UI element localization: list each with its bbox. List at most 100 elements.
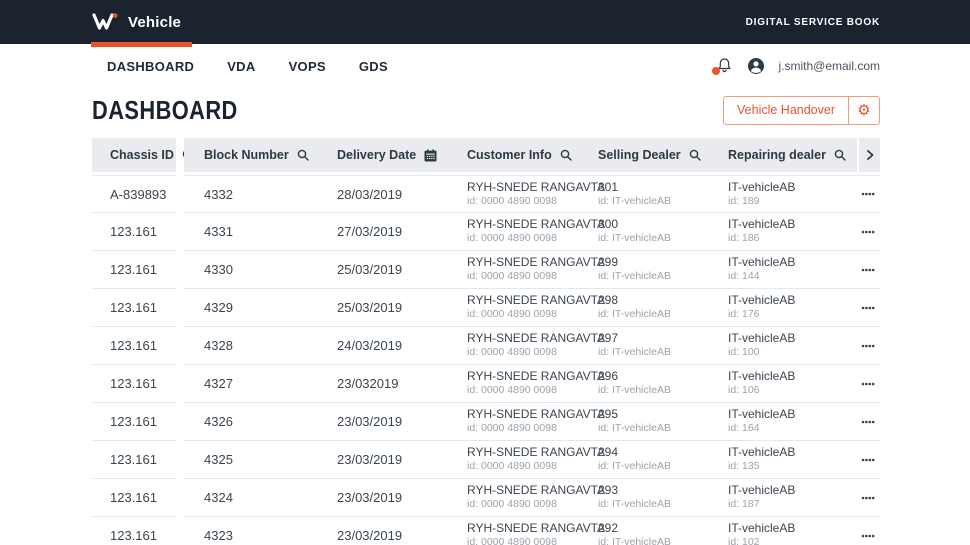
customer-id: id: 0000 4890 0098 — [467, 498, 578, 511]
repairing-dealer-id: id: 144 — [728, 270, 857, 283]
pinned-column-gutter — [176, 327, 184, 365]
ellipsis-icon — [861, 534, 876, 538]
cell-delivery-date: 23/032019 — [317, 365, 447, 402]
ellipsis-icon — [861, 306, 876, 310]
row-actions-menu[interactable] — [857, 213, 880, 250]
column-header-block-number: Block Number — [184, 138, 317, 172]
selling-dealer: 300 — [598, 217, 708, 232]
repairing-dealer: IT-vehicleAB — [728, 331, 857, 346]
ellipsis-icon — [861, 382, 876, 386]
ellipsis-icon — [861, 496, 876, 500]
cell-delivery-date: 23/03/2019 — [317, 479, 447, 516]
customer-id: id: 0000 4890 0098 — [467, 384, 578, 397]
row-main: 4332 28/03/2019 RYH-SNEDE RANGAVTA id: 0… — [184, 175, 880, 213]
customer-id: id: 0000 4890 0098 — [467, 232, 578, 245]
repairing-dealer-id: id: 102 — [728, 536, 857, 545]
row-main: 4324 23/03/2019 RYH-SNEDE RANGAVTA id: 0… — [184, 479, 880, 517]
cell-delivery-date: 27/03/2019 — [317, 213, 447, 250]
cell-chassis-id: A-839893 — [92, 175, 176, 213]
table-row[interactable]: 123.161 4329 25/03/2019 RYH-SNEDE RANGAV… — [92, 289, 880, 327]
row-actions-menu[interactable] — [857, 403, 880, 440]
repairing-dealer: IT-vehicleAB — [728, 407, 857, 422]
selling-dealer-id: id: IT-vehicleAB — [598, 384, 708, 397]
tab-gds[interactable]: GDS — [359, 59, 388, 74]
cell-selling-dealer: 293 id: IT-vehicleAB — [578, 479, 708, 516]
row-actions-menu[interactable] — [857, 251, 880, 288]
cell-repairing-dealer: IT-vehicleAB id: 189 — [708, 176, 857, 212]
row-actions-menu[interactable] — [857, 176, 880, 212]
pinned-column-gutter — [176, 251, 184, 289]
cell-selling-dealer: 295 id: IT-vehicleAB — [578, 403, 708, 440]
row-main: 4329 25/03/2019 RYH-SNEDE RANGAVTA id: 0… — [184, 289, 880, 327]
table-row[interactable]: 123.161 4326 23/03/2019 RYH-SNEDE RANGAV… — [92, 403, 880, 441]
gear-icon[interactable]: ⚙ — [848, 97, 879, 124]
cell-chassis-id: 123.161 — [92, 289, 176, 327]
cell-block-number: 4324 — [184, 479, 317, 516]
cell-block-number: 4332 — [184, 176, 317, 212]
notifications-bell-icon[interactable] — [716, 57, 734, 75]
cell-customer-info: RYH-SNEDE RANGAVTA id: 0000 4890 0098 — [447, 289, 578, 326]
column-label: Chassis ID — [110, 148, 174, 162]
row-actions-menu[interactable] — [857, 441, 880, 478]
table-row[interactable]: 123.161 4327 23/032019 RYH-SNEDE RANGAVT… — [92, 365, 880, 403]
cell-chassis-id: 123.161 — [92, 213, 176, 251]
row-actions-menu[interactable] — [857, 365, 880, 402]
table-row[interactable]: A-839893 4332 28/03/2019 RYH-SNEDE RANGA… — [92, 175, 880, 213]
table-body: A-839893 4332 28/03/2019 RYH-SNEDE RANGA… — [92, 175, 880, 545]
pinned-column-gutter — [176, 213, 184, 251]
table-row[interactable]: 123.161 4330 25/03/2019 RYH-SNEDE RANGAV… — [92, 251, 880, 289]
selling-dealer: 301 — [598, 180, 708, 195]
repairing-dealer-id: id: 106 — [728, 384, 857, 397]
repairing-dealer: IT-vehicleAB — [728, 217, 857, 232]
cell-selling-dealer: 294 id: IT-vehicleAB — [578, 441, 708, 478]
row-actions-menu[interactable] — [857, 517, 880, 545]
vehicle-handover-button[interactable]: Vehicle Handover — [724, 97, 848, 124]
pinned-column-gutter — [176, 138, 184, 172]
cell-delivery-date: 23/03/2019 — [317, 403, 447, 440]
column-label: Block Number — [204, 148, 289, 162]
search-icon[interactable] — [834, 149, 846, 161]
cell-block-number: 4327 — [184, 365, 317, 402]
customer-id: id: 0000 4890 0098 — [467, 270, 578, 283]
row-main: 4323 23/03/2019 RYH-SNEDE RANGAVTA id: 0… — [184, 517, 880, 545]
row-main: 4327 23/032019 RYH-SNEDE RANGAVTA id: 00… — [184, 365, 880, 403]
row-actions-menu[interactable] — [857, 479, 880, 516]
cell-delivery-date: 28/03/2019 — [317, 176, 447, 212]
customer-name: RYH-SNEDE RANGAVTA — [467, 331, 578, 346]
ellipsis-icon — [861, 344, 876, 348]
tab-vops[interactable]: VOPS — [289, 59, 326, 74]
customer-name: RYH-SNEDE RANGAVTA — [467, 255, 578, 270]
chevron-right-icon — [865, 150, 875, 160]
cell-block-number: 4330 — [184, 251, 317, 288]
selling-dealer: 299 — [598, 255, 708, 270]
tab-vda[interactable]: VDA — [227, 59, 255, 74]
cell-repairing-dealer: IT-vehicleAB id: 144 — [708, 251, 857, 288]
search-icon[interactable] — [297, 149, 309, 161]
search-icon[interactable] — [689, 149, 701, 161]
calendar-icon[interactable] — [424, 149, 437, 162]
customer-name: RYH-SNEDE RANGAVTA — [467, 483, 578, 498]
selling-dealer-id: id: IT-vehicleAB — [598, 308, 708, 321]
selling-dealer: 292 — [598, 521, 708, 536]
more-columns-chevron[interactable] — [857, 138, 880, 172]
nav-tabs: DASHBOARD VDA VOPS GDS — [107, 59, 388, 74]
table-row[interactable]: 123.161 4323 23/03/2019 RYH-SNEDE RANGAV… — [92, 517, 880, 545]
account-avatar-icon[interactable] — [747, 57, 765, 75]
table-row[interactable]: 123.161 4331 27/03/2019 RYH-SNEDE RANGAV… — [92, 213, 880, 251]
tab-dashboard[interactable]: DASHBOARD — [107, 59, 194, 74]
cell-chassis-id: 123.161 — [92, 479, 176, 517]
customer-id: id: 0000 4890 0098 — [467, 422, 578, 435]
search-icon[interactable] — [560, 149, 572, 161]
row-actions-menu[interactable] — [857, 289, 880, 326]
selling-dealer-id: id: IT-vehicleAB — [598, 460, 708, 473]
table-row[interactable]: 123.161 4324 23/03/2019 RYH-SNEDE RANGAV… — [92, 479, 880, 517]
table-row[interactable]: 123.161 4328 24/03/2019 RYH-SNEDE RANGAV… — [92, 327, 880, 365]
row-actions-menu[interactable] — [857, 327, 880, 364]
cell-customer-info: RYH-SNEDE RANGAVTA id: 0000 4890 0098 — [447, 176, 578, 212]
table-row[interactable]: 123.161 4325 23/03/2019 RYH-SNEDE RANGAV… — [92, 441, 880, 479]
selling-dealer-id: id: IT-vehicleAB — [598, 498, 708, 511]
cell-repairing-dealer: IT-vehicleAB id: 106 — [708, 365, 857, 402]
cell-block-number: 4331 — [184, 213, 317, 250]
cell-repairing-dealer: IT-vehicleAB id: 135 — [708, 441, 857, 478]
cell-customer-info: RYH-SNEDE RANGAVTA id: 0000 4890 0098 — [447, 251, 578, 288]
